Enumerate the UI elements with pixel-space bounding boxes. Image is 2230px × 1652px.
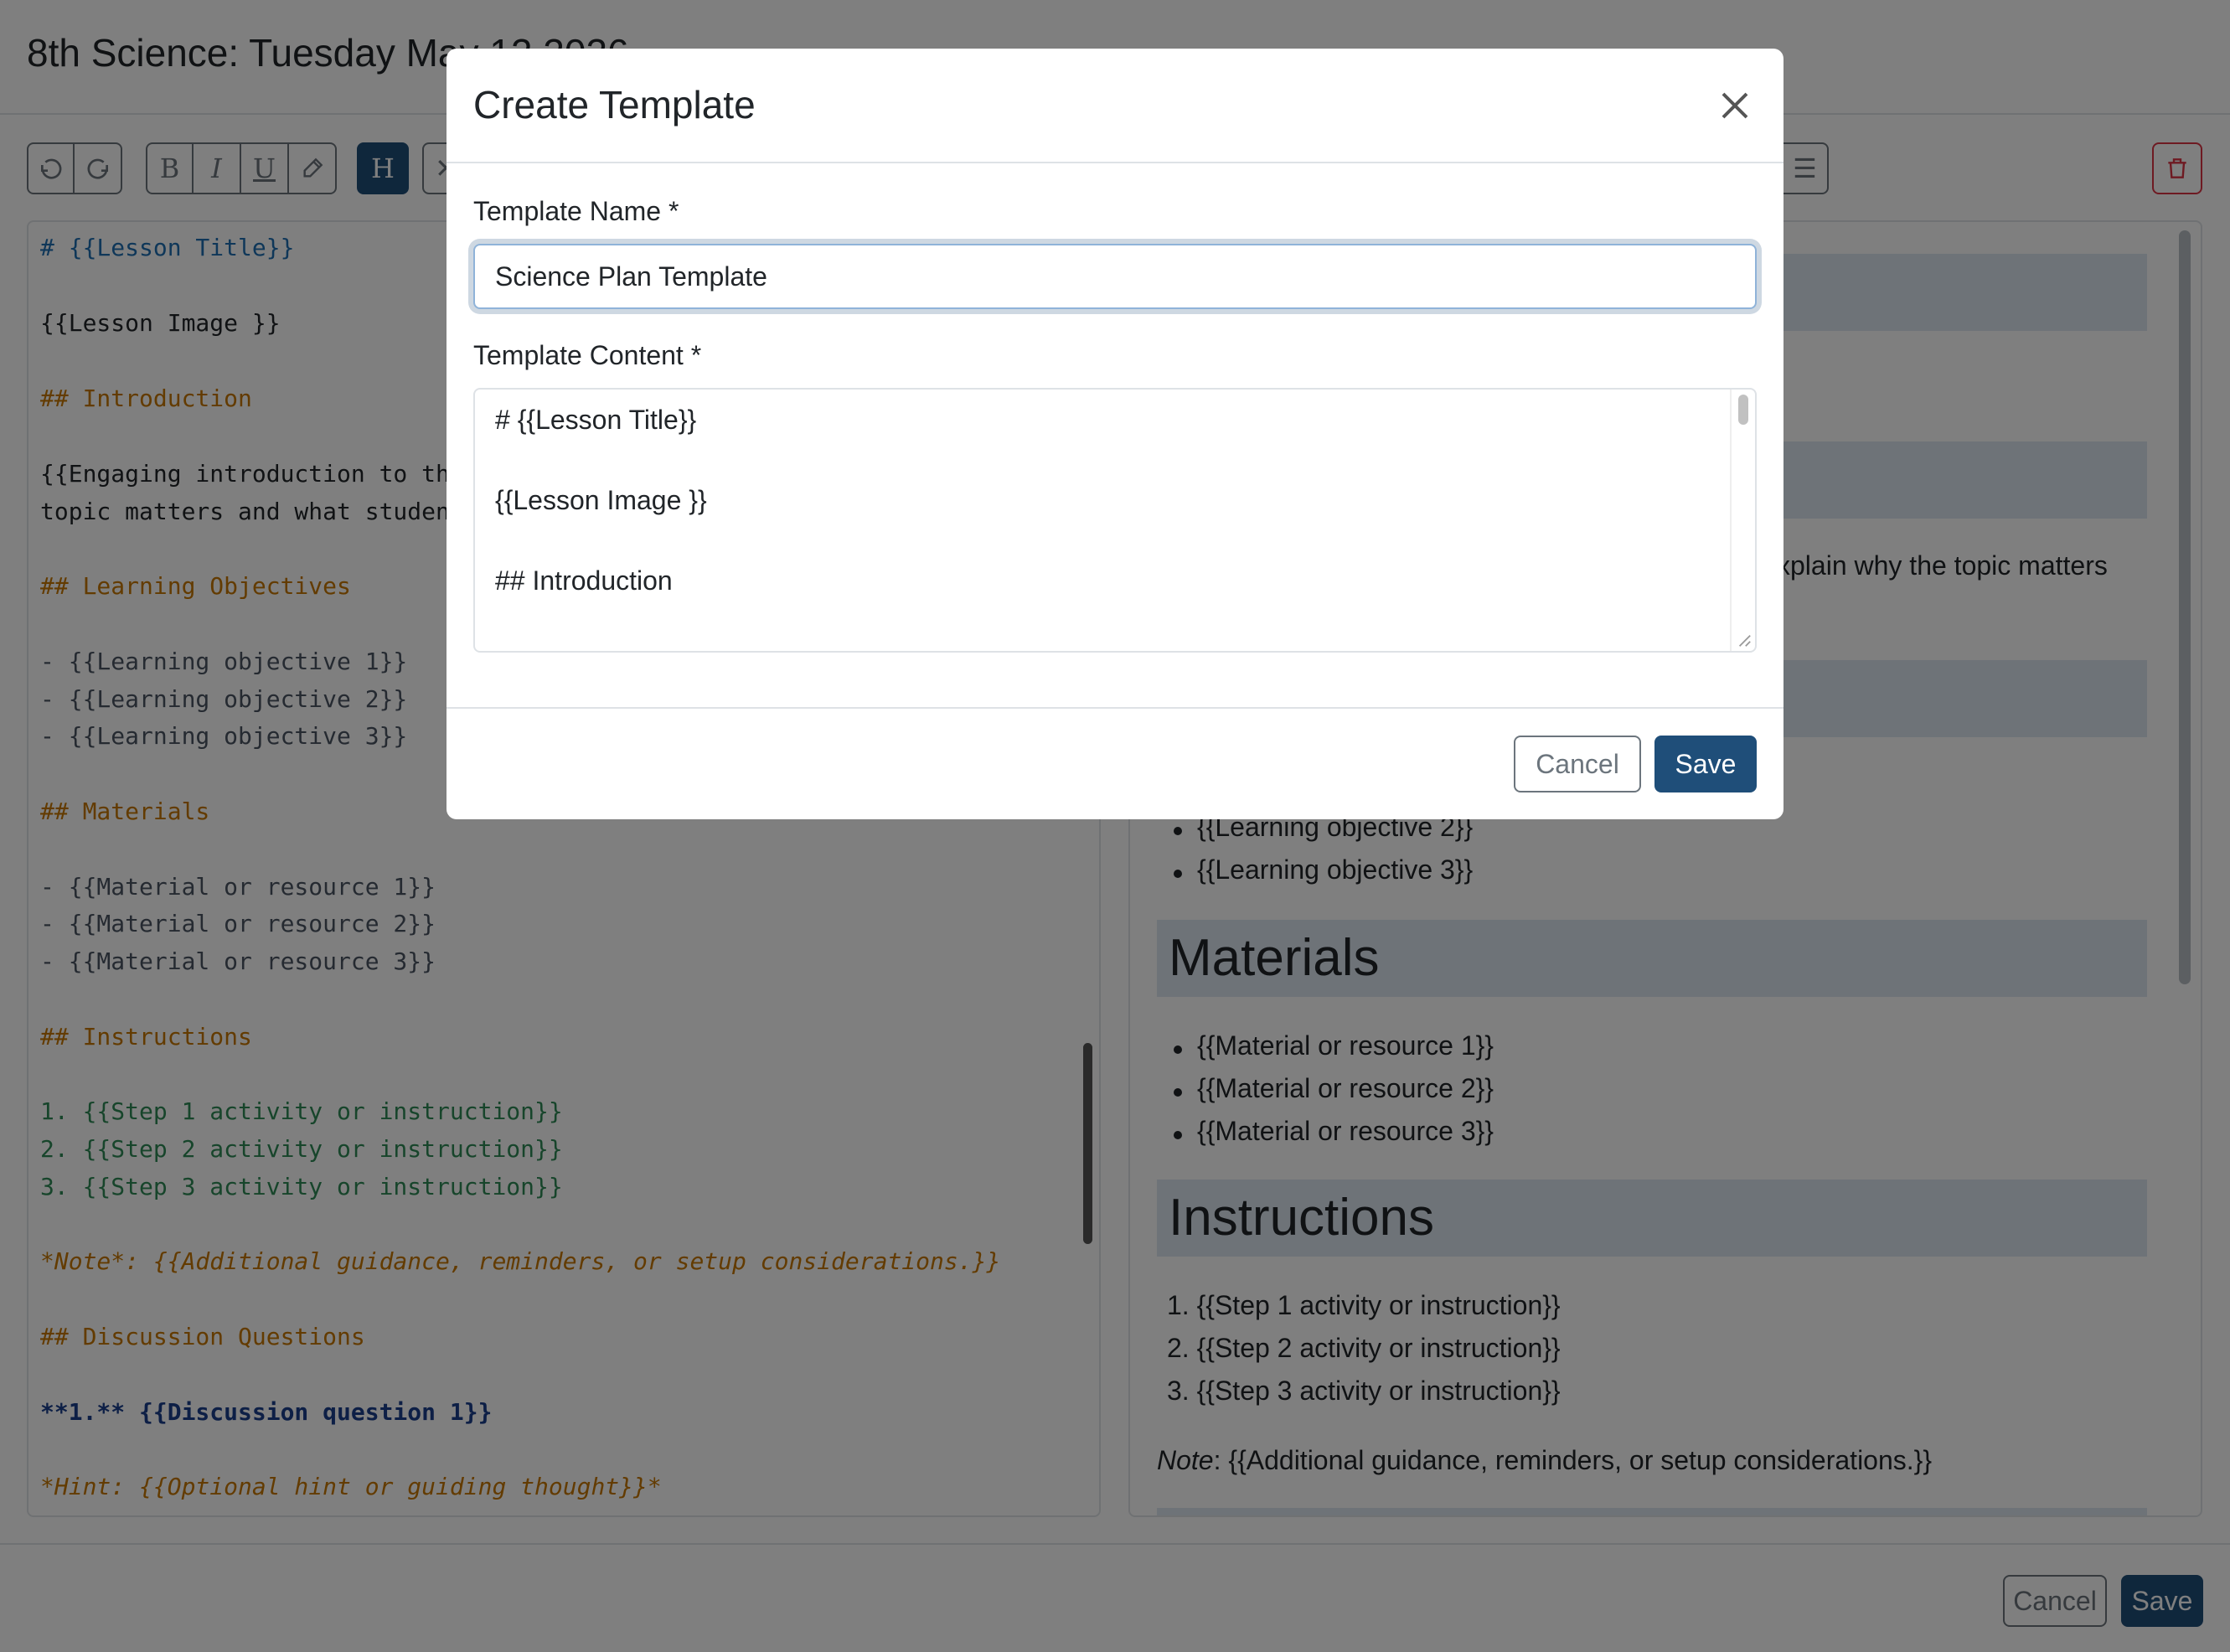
modal-header: Create Template <box>447 49 1783 163</box>
content-line: ## Introduction <box>495 565 673 596</box>
template-name-label: Template Name * <box>473 196 679 226</box>
modal-save-button[interactable]: Save <box>1654 736 1757 792</box>
content-line: # {{Lesson Title}} <box>495 405 697 435</box>
create-template-modal: Create Template Template Name * Template… <box>447 49 1783 819</box>
textarea-scroll-thumb[interactable] <box>1738 395 1748 425</box>
template-content-label: Template Content * <box>473 340 702 370</box>
modal-title: Create Template <box>473 83 756 126</box>
textarea-scrollbar[interactable] <box>1730 390 1755 651</box>
modal-footer: Cancel Save <box>447 707 1783 819</box>
template-content-textarea[interactable]: # {{Lesson Title}} {{Lesson Image }} ## … <box>473 388 1757 653</box>
content-line: {{Lesson Image }} <box>495 485 707 515</box>
template-name-input[interactable] <box>473 244 1757 309</box>
resize-grip-icon[interactable] <box>1737 632 1752 648</box>
close-icon <box>1722 92 1748 119</box>
modal-close-button[interactable] <box>1708 79 1762 132</box>
modal-cancel-button[interactable]: Cancel <box>1514 736 1641 792</box>
